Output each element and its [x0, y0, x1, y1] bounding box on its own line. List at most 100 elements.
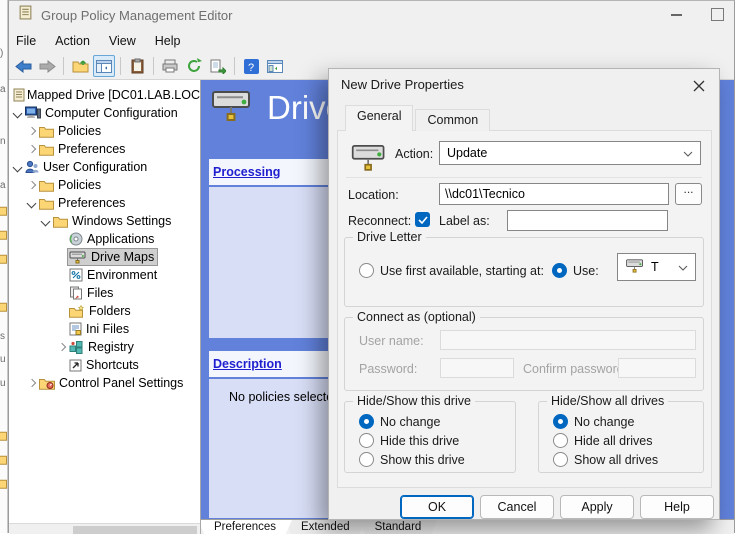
minimize-button[interactable]: [671, 14, 682, 16]
show-this-drive-radio[interactable]: Show this drive: [359, 452, 465, 467]
hide-this-drive-radio[interactable]: Hide this drive: [359, 433, 459, 448]
folder-icon: [0, 251, 7, 269]
computer-icon: [25, 106, 41, 120]
radio-unchecked-icon[interactable]: [359, 452, 374, 467]
processing-link[interactable]: Processing: [213, 165, 280, 179]
chevron-expanded-icon[interactable]: [39, 215, 52, 228]
help-button[interactable]: Help: [640, 495, 714, 519]
tab-general[interactable]: General: [345, 105, 413, 131]
password-input: [440, 358, 514, 378]
tree-item-shortcuts[interactable]: Shortcuts: [9, 356, 200, 374]
tree-item-user-preferences[interactable]: Preferences: [9, 194, 200, 212]
folders-icon: [69, 305, 85, 318]
tree-item-registry[interactable]: Registry: [9, 338, 200, 356]
back-icon[interactable]: [12, 55, 34, 77]
chevron-expanded-icon[interactable]: [11, 161, 24, 174]
folder-icon: [0, 452, 7, 470]
drive-letter-dropdown[interactable]: T: [617, 253, 696, 281]
apply-button[interactable]: Apply: [560, 495, 634, 519]
chevron-collapsed-icon[interactable]: [55, 341, 68, 354]
folder-icon: [53, 215, 68, 228]
menu-view[interactable]: View: [109, 34, 136, 48]
tab-common[interactable]: Common: [415, 109, 490, 131]
chevron-collapsed-icon[interactable]: [25, 143, 38, 156]
expander-spacer: [55, 305, 68, 318]
tree-item-user-policies[interactable]: Policies: [9, 176, 200, 194]
action-dropdown[interactable]: Update: [439, 141, 701, 165]
ok-button[interactable]: OK: [400, 495, 474, 519]
label-as-input[interactable]: [507, 210, 668, 231]
tree-horizontal-scrollbar[interactable]: [9, 523, 200, 534]
chevron-expanded-icon[interactable]: [25, 197, 38, 210]
radio-unchecked-icon[interactable]: [359, 433, 374, 448]
forward-icon[interactable]: [36, 55, 58, 77]
properties-window-icon[interactable]: [264, 55, 286, 77]
chevron-collapsed-icon[interactable]: [25, 125, 38, 138]
tree-item-applications[interactable]: Applications: [9, 230, 200, 248]
use-radio[interactable]: Use:: [552, 263, 599, 278]
radio-unchecked-icon[interactable]: [553, 433, 568, 448]
user-name-input: [440, 330, 696, 350]
cancel-button[interactable]: Cancel: [480, 495, 554, 519]
tree-item-drive-maps[interactable]: Drive Maps: [9, 248, 200, 266]
use-first-available-radio[interactable]: Use first available, starting at:: [359, 263, 544, 278]
up-one-level-icon[interactable]: [69, 55, 91, 77]
tree-item-computer-policies[interactable]: Policies: [9, 122, 200, 140]
paste-icon[interactable]: [126, 55, 148, 77]
menu-action[interactable]: Action: [55, 34, 90, 48]
separator: [346, 177, 702, 178]
chevron-collapsed-icon[interactable]: [25, 179, 38, 192]
tab-extended[interactable]: Extended: [285, 520, 366, 534]
print-icon[interactable]: [159, 55, 181, 77]
user-icon: [25, 160, 39, 174]
tree-item-computer-preferences[interactable]: Preferences: [9, 140, 200, 158]
bg-text-fragment: a: [0, 84, 6, 95]
radio-checked-icon[interactable]: [359, 414, 374, 429]
radio-unchecked-icon[interactable]: [359, 263, 374, 278]
drive-icon: [625, 258, 645, 276]
drive-icon: [351, 142, 387, 177]
password-label: Password:: [359, 362, 417, 376]
maximize-button[interactable]: [711, 8, 724, 21]
tree-item-windows-settings[interactable]: Windows Settings: [9, 212, 200, 230]
label-as-label: Label as:: [439, 214, 490, 228]
location-input[interactable]: [439, 183, 669, 205]
expander-spacer: [55, 323, 68, 336]
export-list-icon[interactable]: [207, 55, 229, 77]
menu-help[interactable]: Help: [155, 34, 181, 48]
hide-all-drives-radio[interactable]: Hide all drives: [553, 433, 653, 448]
all-no-change-radio[interactable]: No change: [553, 414, 634, 429]
close-icon[interactable]: [689, 76, 709, 96]
this-no-change-radio[interactable]: No change: [359, 414, 440, 429]
bg-text-fragment: u: [0, 354, 6, 365]
tab-standard[interactable]: Standard: [359, 520, 438, 534]
help-icon[interactable]: ?: [240, 55, 262, 77]
show-all-drives-radio[interactable]: Show all drives: [553, 452, 658, 467]
console-tree-panel: Mapped Drive [DC01.LAB.LOCA Computer Con…: [9, 80, 201, 534]
window-title: Group Policy Management Editor: [41, 8, 232, 23]
folder-icon: [0, 203, 7, 221]
refresh-icon[interactable]: [183, 55, 205, 77]
drive-icon: [69, 250, 87, 264]
tree-item-computer-configuration[interactable]: Computer Configuration: [9, 104, 200, 122]
reconnect-checkbox[interactable]: [415, 212, 430, 227]
files-icon: [69, 286, 83, 300]
show-console-tree-icon[interactable]: [93, 55, 115, 77]
radio-checked-icon[interactable]: [553, 414, 568, 429]
tree-item-ini-files[interactable]: Ini Files: [9, 320, 200, 338]
tree-item-mapped-drive-root[interactable]: Mapped Drive [DC01.LAB.LOCA: [9, 86, 200, 104]
description-link[interactable]: Description: [213, 357, 282, 371]
tree-item-files[interactable]: Files: [9, 284, 200, 302]
chevron-collapsed-icon[interactable]: [25, 377, 38, 390]
radio-checked-icon[interactable]: [552, 263, 567, 278]
tree-item-user-configuration[interactable]: User Configuration: [9, 158, 200, 176]
chevron-expanded-icon[interactable]: [11, 107, 24, 120]
tab-preferences[interactable]: Preferences: [201, 520, 292, 534]
tree-item-control-panel-settings[interactable]: Control Panel Settings: [9, 374, 200, 392]
tree-item-environment[interactable]: Environment: [9, 266, 200, 284]
radio-unchecked-icon[interactable]: [553, 452, 568, 467]
tree-item-folders[interactable]: Folders: [9, 302, 200, 320]
menu-file[interactable]: File: [16, 34, 36, 48]
browse-button[interactable]: ...: [675, 183, 702, 205]
bg-text-fragment: n: [0, 136, 6, 147]
